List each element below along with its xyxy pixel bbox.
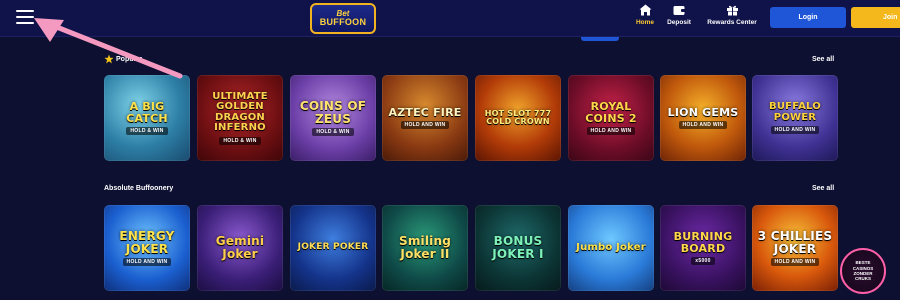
game-tile[interactable]: AZTEC FIRE HOLD AND WIN [382, 75, 468, 161]
casino-badge-text: BESTE CASINOS ZONDER CRUKS [852, 260, 874, 282]
section-title-absolute-buffoonery: Absolute Buffoonery [104, 185, 174, 192]
game-tile[interactable]: ROYAL COINS 2 HOLD AND WIN [568, 75, 654, 161]
game-tile[interactable]: BONUS JOKER I [475, 205, 561, 291]
game-multiplier: x5000 [691, 257, 715, 266]
game-title: ULTIMATE GOLDEN DRAGON INFERNO [212, 90, 268, 133]
game-title: AZTEC FIRE [388, 105, 462, 119]
annotation-arrow-icon [34, 18, 183, 79]
game-tile[interactable]: COINS OF ZEUS HOLD & WIN [290, 75, 376, 161]
game-subtitle: HOLD AND WIN [400, 121, 450, 130]
game-title: ROYAL COINS 2 [585, 99, 637, 125]
nav-home[interactable]: Home [633, 4, 657, 34]
nav-deposit[interactable]: Deposit [664, 4, 694, 34]
betbuffoon-logo[interactable]: Bet BUFFOON [310, 3, 376, 34]
game-subtitle: HOLD AND WIN [122, 258, 172, 267]
game-subtitle: HOLD AND WIN [770, 126, 820, 134]
game-tile[interactable]: Gemini Joker [197, 205, 283, 291]
game-subtitle: HOLD AND WIN [770, 258, 820, 267]
wallet-icon [673, 6, 685, 15]
game-tile[interactable]: A BIG CATCH HOLD & WIN [104, 75, 190, 161]
game-title: A BIG CATCH [126, 99, 168, 125]
game-subtitle: HOLD & WIN [126, 127, 168, 136]
game-title: JOKER POKER [297, 242, 369, 253]
casino-badge[interactable]: BESTE CASINOS ZONDER CRUKS [840, 248, 886, 294]
game-tile[interactable]: BUFFALO POWER HOLD AND WIN [752, 75, 838, 161]
game-tile[interactable]: Jumbo Joker [568, 205, 654, 291]
game-title: LION GEMS [667, 105, 739, 119]
see-all-buffoonery-link[interactable]: See all [812, 185, 834, 192]
game-tile[interactable]: HOT SLOT 777 COLD CROWN [475, 75, 561, 161]
nav-home-label: Home [635, 19, 655, 26]
nav-deposit-label: Deposit [667, 19, 691, 26]
game-title: HOT SLOT 777 COLD CROWN [484, 108, 552, 126]
game-title: COINS OF ZEUS [299, 98, 367, 126]
join-button[interactable]: Join [851, 7, 900, 28]
game-tile[interactable]: 3 CHILLIES JOKER HOLD AND WIN [752, 205, 838, 291]
game-title: ENERGY JOKER [119, 228, 175, 256]
game-title: Jumbo Joker [576, 241, 646, 253]
game-title: Gemini Joker [215, 234, 265, 261]
login-button[interactable]: Login [770, 7, 846, 28]
game-title: BONUS JOKER I [492, 234, 544, 261]
search-bar-edge[interactable] [581, 37, 619, 41]
home-icon [639, 4, 651, 16]
game-title: Smiling Joker II [398, 234, 452, 261]
game-title: 3 CHILLIES JOKER [757, 228, 833, 256]
game-tile[interactable]: ULTIMATE GOLDEN DRAGON INFERNO HOLD & WI… [197, 75, 283, 161]
see-all-popular-link[interactable]: See all [812, 56, 834, 63]
game-subtitle: HOLD & WIN [312, 128, 354, 137]
game-title: BURNING BOARD [673, 229, 733, 255]
game-subtitle: HOLD & WIN [219, 136, 261, 145]
nav-rewards-center-label: Rewards Center [707, 19, 757, 26]
game-title: BUFFALO POWER [769, 101, 821, 123]
nav-rewards-center[interactable]: Rewards Center [704, 4, 760, 34]
gift-icon [726, 5, 738, 16]
game-tile[interactable]: LION GEMS HOLD AND WIN [660, 75, 746, 161]
game-tile[interactable]: Smiling Joker II [382, 205, 468, 291]
game-tile[interactable]: JOKER POKER [290, 205, 376, 291]
game-tile[interactable]: ENERGY JOKER HOLD AND WIN [104, 205, 190, 291]
game-subtitle: HOLD AND WIN [678, 121, 728, 130]
game-subtitle: HOLD AND WIN [586, 127, 636, 136]
game-tile[interactable]: BURNING BOARD x5000 [660, 205, 746, 291]
